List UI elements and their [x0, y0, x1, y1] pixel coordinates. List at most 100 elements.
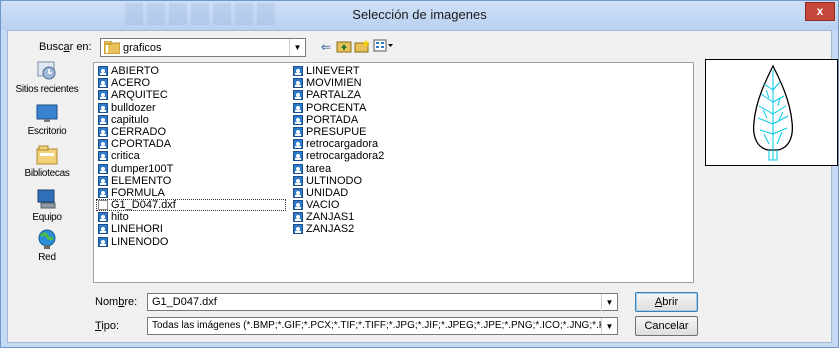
image-file-icon [98, 151, 108, 162]
image-file-icon [293, 78, 303, 89]
list-item[interactable]: ZANJAS1 [291, 211, 384, 223]
list-item[interactable]: critica [96, 150, 286, 162]
place-label: Escritorio [27, 126, 67, 137]
list-item[interactable]: hito [96, 211, 286, 223]
place-recent[interactable]: Sitios recientes [9, 60, 85, 95]
image-file-icon [98, 78, 108, 89]
list-item[interactable]: dumper100T [96, 163, 286, 175]
list-item[interactable]: tarea [291, 163, 384, 175]
list-item[interactable]: ZANJAS2 [291, 223, 384, 235]
image-file-icon [293, 126, 303, 137]
place-computer[interactable]: Equipo [9, 188, 85, 223]
list-item[interactable]: PORTADA [291, 114, 384, 126]
new-folder-icon[interactable] [353, 39, 371, 56]
place-desktop[interactable]: Escritorio [9, 102, 85, 137]
file-list[interactable]: ABIERTO ACERO ARQUITEC bulldozer capitul… [93, 62, 694, 283]
libraries-icon [36, 145, 58, 165]
list-item[interactable]: FORMULA [96, 187, 286, 199]
close-button[interactable]: x [805, 2, 835, 21]
list-item[interactable]: ACERO [96, 77, 286, 89]
list-item[interactable]: PARTALZA [291, 89, 384, 101]
list-item[interactable]: capitulo [96, 114, 286, 126]
lookin-value: graficos [123, 42, 162, 54]
chevron-down-icon[interactable]: ▼ [601, 294, 617, 311]
network-icon [38, 229, 56, 249]
list-item[interactable]: bulldozer [96, 102, 286, 114]
list-item[interactable]: LINENODO [96, 236, 286, 248]
image-file-icon [98, 90, 108, 101]
image-file-icon [293, 224, 303, 235]
list-item-selected[interactable]: G1_D047.dxf [96, 199, 286, 212]
image-file-icon [98, 102, 108, 113]
view-menu-icon[interactable] [371, 39, 397, 56]
desktop-icon [36, 104, 58, 122]
image-file-icon [293, 151, 303, 162]
image-file-icon [293, 66, 303, 76]
image-file-icon [98, 212, 108, 223]
image-file-icon [98, 114, 108, 125]
list-item[interactable]: LINEHORI [96, 223, 286, 235]
file-column-1: ABIERTO ACERO ARQUITEC bulldozer capitul… [96, 65, 286, 248]
place-network[interactable]: Red [9, 228, 85, 263]
dialog-client: Buscar en: graficos ▼ ⇐ Sitios recientes [7, 30, 838, 343]
list-item[interactable]: LINEVERT [291, 65, 384, 77]
image-file-icon [98, 187, 108, 198]
folder-icon [104, 41, 120, 54]
image-file-icon [293, 163, 303, 174]
lookin-combo[interactable]: graficos ▼ [100, 38, 306, 57]
list-item[interactable]: retrocargadora [291, 138, 384, 150]
list-item[interactable]: ELEMENTO [96, 175, 286, 187]
image-file-icon [98, 126, 108, 137]
place-label: Red [38, 252, 56, 263]
lookin-label: Buscar en: [39, 41, 92, 53]
place-label: Equipo [32, 212, 62, 223]
image-file-icon [293, 200, 303, 211]
image-preview [705, 59, 838, 166]
image-file-icon [98, 236, 108, 247]
list-item[interactable]: ULTINODO [291, 175, 384, 187]
list-item[interactable]: retrocargadora2 [291, 150, 384, 162]
list-item[interactable]: ABIERTO [96, 65, 286, 77]
list-item[interactable]: PRESUPUE [291, 126, 384, 138]
tree-preview-drawing [752, 64, 794, 161]
cancel-button[interactable]: Cancelar [635, 316, 698, 336]
place-libraries[interactable]: Bibliotecas [9, 144, 85, 179]
file-dialog-window: Selección de imagenes x Buscar en: grafi… [0, 0, 839, 348]
recent-places-icon [37, 61, 56, 80]
name-label: Nombre: [95, 296, 138, 308]
image-file-icon [293, 90, 303, 101]
list-item[interactable]: ARQUITEC [96, 89, 286, 101]
filename-input[interactable]: G1_D047.dxf ▼ [147, 293, 618, 311]
list-item[interactable]: CERRADO [96, 126, 286, 138]
open-button[interactable]: Abrir [635, 292, 698, 312]
list-item[interactable]: UNIDAD [291, 187, 384, 199]
image-file-icon [293, 212, 303, 223]
image-file-icon [293, 175, 303, 186]
place-label: Sitios recientes [15, 84, 79, 95]
image-file-icon [293, 102, 303, 113]
image-file-icon [293, 139, 303, 150]
filetype-select[interactable]: Todas las imágenes (*.BMP;*.GIF;*.PCX;*.… [147, 317, 618, 335]
image-file-icon [293, 114, 303, 125]
list-item[interactable]: CPORTADA [96, 138, 286, 150]
computer-icon [37, 189, 56, 209]
chevron-down-icon[interactable]: ▼ [289, 39, 305, 56]
document-file-icon [98, 200, 108, 211]
image-file-icon [98, 139, 108, 150]
list-item[interactable]: PORCENTA [291, 102, 384, 114]
place-label: Bibliotecas [24, 168, 70, 179]
chevron-down-icon[interactable]: ▼ [601, 318, 617, 334]
image-file-icon [98, 66, 108, 76]
file-column-2: LINEVERT MOVIMIEN PARTALZA PORCENTA PORT… [291, 65, 384, 236]
places-bar: Sitios recientes Escritorio Bibliotecas … [9, 58, 85, 283]
image-file-icon [98, 163, 108, 174]
type-label: Tipo: [95, 320, 120, 332]
image-file-icon [293, 187, 303, 198]
title-bar[interactable]: Selección de imagenes x [1, 1, 838, 30]
list-item[interactable]: MOVIMIEN [291, 77, 384, 89]
up-folder-icon[interactable] [335, 39, 353, 56]
image-file-icon [98, 175, 108, 186]
window-title: Selección de imagenes [352, 7, 487, 22]
list-item[interactable]: VACIO [291, 199, 384, 211]
back-arrow-icon[interactable]: ⇐ [317, 39, 335, 56]
